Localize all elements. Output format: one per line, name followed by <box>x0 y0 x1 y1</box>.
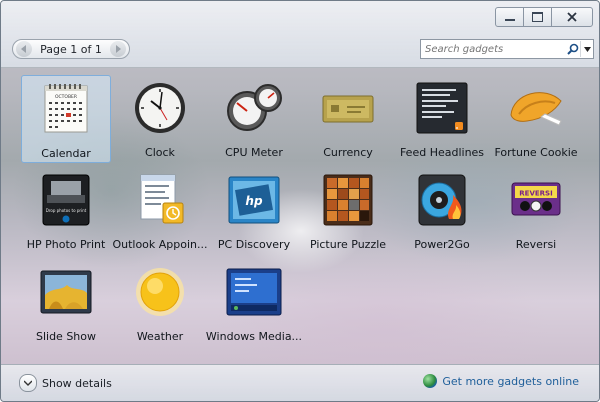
hp-photo-print-icon: Drop photos to print <box>42 174 90 226</box>
power2go-icon <box>418 174 466 226</box>
gadget-tile[interactable]: Currency <box>303 75 393 163</box>
gadget-label: Power2Go <box>414 238 470 251</box>
maximize-icon <box>532 12 543 22</box>
gadget-gallery-window: Page 1 of 1 OCTOBER <box>0 0 600 402</box>
gadget-tile[interactable]: Picture Puzzle <box>303 167 393 255</box>
slide-show-icon <box>40 270 92 314</box>
gadget-label: Outlook Appoin... <box>112 238 208 251</box>
chevron-down-icon <box>24 380 32 386</box>
gadget-label: CPU Meter <box>225 146 283 159</box>
gadget-tile[interactable]: Outlook Appoin... <box>112 167 208 255</box>
gadget-tile[interactable]: hp PC Discovery <box>209 167 299 255</box>
chevron-left-icon <box>21 45 26 53</box>
previous-page-button[interactable] <box>16 41 32 57</box>
search-input[interactable] <box>421 43 565 55</box>
weather-icon <box>136 268 184 316</box>
reversi-icon: REVERSI <box>511 182 561 216</box>
search-icon <box>566 43 578 55</box>
get-more-gadgets-link[interactable]: Get more gadgets online <box>423 374 579 388</box>
pc-discovery-icon: hp <box>228 176 280 224</box>
page-navigator: Page 1 of 1 <box>12 39 130 59</box>
gadget-label: Fortune Cookie <box>494 146 578 159</box>
gadget-tile[interactable]: Drop photos to print HP Photo Print <box>21 167 111 255</box>
picture-puzzle-icon <box>323 174 373 226</box>
page-indicator: Page 1 of 1 <box>40 42 102 56</box>
expand-details-button[interactable] <box>19 374 37 392</box>
outlook-appointments-icon <box>140 174 184 224</box>
feed-headlines-icon <box>416 82 468 134</box>
gadget-label: PC Discovery <box>217 238 291 251</box>
close-button[interactable] <box>551 7 593 27</box>
gadget-tile[interactable]: CPU Meter <box>209 75 299 163</box>
bottom-bar: Show details Get more gadgets online <box>1 364 599 401</box>
gadget-label: HP Photo Print <box>26 238 106 251</box>
title-bar: Page 1 of 1 <box>1 1 599 68</box>
next-page-button[interactable] <box>109 41 126 57</box>
maximize-button[interactable] <box>523 7 552 27</box>
gadget-label: Windows Media... <box>205 330 303 343</box>
cpu-meter-icon <box>227 84 282 131</box>
hp-logo-text: hp <box>245 194 263 208</box>
globe-icon <box>423 374 438 388</box>
gadget-tile[interactable]: Slide Show <box>21 259 111 347</box>
gadget-label: Slide Show <box>35 330 97 343</box>
get-more-gadgets-label: Get more gadgets online <box>442 374 579 388</box>
gadget-tile[interactable]: Power2Go <box>397 167 487 255</box>
gadget-label: Clock <box>145 146 175 159</box>
caption-buttons <box>495 7 593 27</box>
calendar-icon: OCTOBER <box>44 84 88 133</box>
minimize-icon <box>504 19 515 21</box>
calendar-month-text: OCTOBER <box>55 94 77 100</box>
gadget-label: Calendar <box>41 147 91 160</box>
chevron-down-icon <box>583 46 591 52</box>
gadget-tile[interactable]: REVERSI Reversi <box>491 167 581 255</box>
gadget-label: Reversi <box>515 238 557 251</box>
gadget-tile[interactable]: Windows Media... <box>206 259 302 347</box>
gadget-tile[interactable]: Clock <box>115 75 205 163</box>
search-options-dropdown[interactable] <box>580 41 593 57</box>
show-details-label: Show details <box>42 376 112 390</box>
gadget-tile[interactable]: OCTOBER Calendar <box>21 75 111 163</box>
close-icon <box>567 12 577 22</box>
chevron-right-icon <box>115 45 121 53</box>
windows-media-center-icon <box>226 268 282 316</box>
gadget-tile[interactable]: Weather <box>115 259 205 347</box>
currency-icon <box>322 95 374 123</box>
gadget-label: Weather <box>136 330 184 343</box>
search-button[interactable] <box>565 41 581 57</box>
reversi-logo-text: REVERSI <box>519 190 552 198</box>
clock-icon <box>135 83 185 133</box>
gadget-label: Currency <box>323 146 373 159</box>
gadget-tile[interactable]: Fortune Cookie <box>491 75 581 163</box>
drop-photos-text: Drop photos to print <box>46 208 87 213</box>
minimize-button[interactable] <box>495 7 524 27</box>
gadget-label: Picture Puzzle <box>309 238 387 251</box>
gadget-label: Feed Headlines <box>399 146 485 159</box>
fortune-cookie-icon <box>510 92 562 126</box>
show-details-toggle[interactable]: Show details <box>19 374 112 392</box>
search-box <box>420 39 594 59</box>
gadget-tile[interactable]: Feed Headlines <box>397 75 487 163</box>
